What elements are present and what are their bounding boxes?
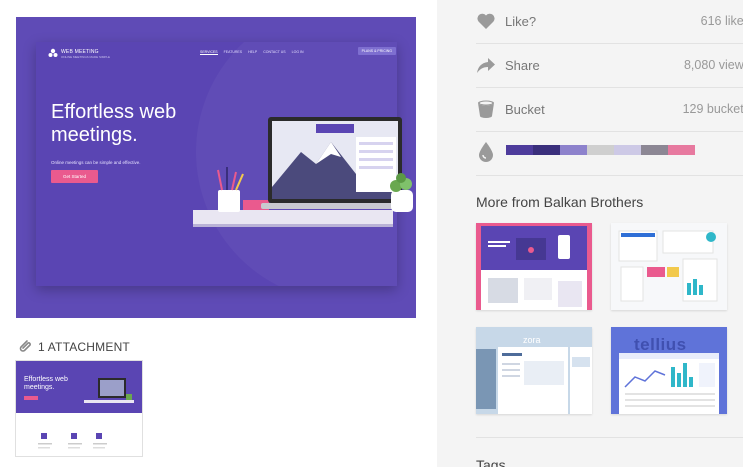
shot-column: WEB MEETING ONLINE MEETINGS MADE SIMPLE … [0,0,437,467]
bucket-label: Bucket [505,102,545,117]
attachment-count: 1 ATTACHMENT [38,340,130,354]
logo-icon [48,48,58,57]
color-drop-icon [479,142,493,162]
mockup-hero-title: Effortless web meetings. [51,101,177,146]
color-swatches [506,145,695,155]
mockup-plans-button: PLANS & PRICING [357,47,396,55]
paperclip-icon [19,340,31,352]
thumbnail-laptop [84,378,134,403]
mockup-nav-links: SERVICES FEATURES HELP CONTACT US LOG IN [200,50,304,55]
mockup-nav-login: LOG IN [291,50,304,54]
like-label: Like? [505,14,537,29]
section-divider [476,437,743,438]
color-swatch[interactable] [587,145,614,155]
thumbnail-button [24,396,38,400]
like-count: 616 likes [700,14,743,28]
mockup-hero-subtitle: Online meetings can be simple and effect… [51,160,141,165]
more-shot-card[interactable] [611,223,727,310]
more-shot-card[interactable] [476,223,592,310]
more-from-title: More from Balkan Brothers [476,194,644,210]
thumbnail-lower [16,413,142,456]
share-row[interactable]: Share 8,080 views [476,44,743,88]
color-palette-row [476,132,743,176]
mockup-nav-help: HELP [248,50,258,54]
web-meeting-thumb [481,226,587,310]
view-count: 8,080 views [683,58,743,72]
attachment-thumbnail[interactable]: Effortless web meetings. [15,360,143,457]
mockup-nav-services: SERVICES [200,50,218,55]
color-swatch[interactable] [560,145,587,155]
heart-icon [477,13,495,29]
thumbnail-title: Effortless web meetings. [24,376,68,391]
tellius-logo: tellius [634,335,687,354]
mockup-nav-features: FEATURES [223,50,243,54]
bucket-row[interactable]: Bucket 129 buckets [476,88,743,132]
thumbnail-features [38,433,107,449]
color-swatch[interactable] [641,145,668,155]
dashboard-thumb [611,223,727,310]
color-swatch[interactable] [668,145,695,155]
bucket-icon [478,100,494,118]
laptop-desk-illustration [193,117,413,227]
tags-title: Tags [476,457,506,467]
share-arrow-icon [477,58,495,73]
mockup-brand-sub: ONLINE MEETINGS MADE SIMPLE [61,55,111,59]
mockup-nav-contact: CONTACT US [263,50,286,54]
bucket-count: 129 buckets [682,102,743,116]
mockup-nav: WEB MEETING ONLINE MEETINGS MADE SIMPLE … [48,47,396,60]
main-shot-image[interactable]: WEB MEETING ONLINE MEETINGS MADE SIMPLE … [16,17,416,318]
mockup-get-started-button: Get Started [51,170,98,183]
thumbnail-hero: Effortless web meetings. [16,361,142,413]
color-swatch[interactable] [614,145,641,155]
more-shot-card[interactable]: zora [476,327,592,414]
sidebar: Like? 616 likes Share 8,080 views Bucket… [437,0,743,467]
more-shot-card[interactable]: tellius [611,327,727,414]
color-swatch[interactable] [506,145,533,155]
share-label: Share [505,58,540,73]
like-row[interactable]: Like? 616 likes [476,0,743,44]
zora-logo: zora [523,335,541,345]
color-swatch[interactable] [533,145,560,155]
